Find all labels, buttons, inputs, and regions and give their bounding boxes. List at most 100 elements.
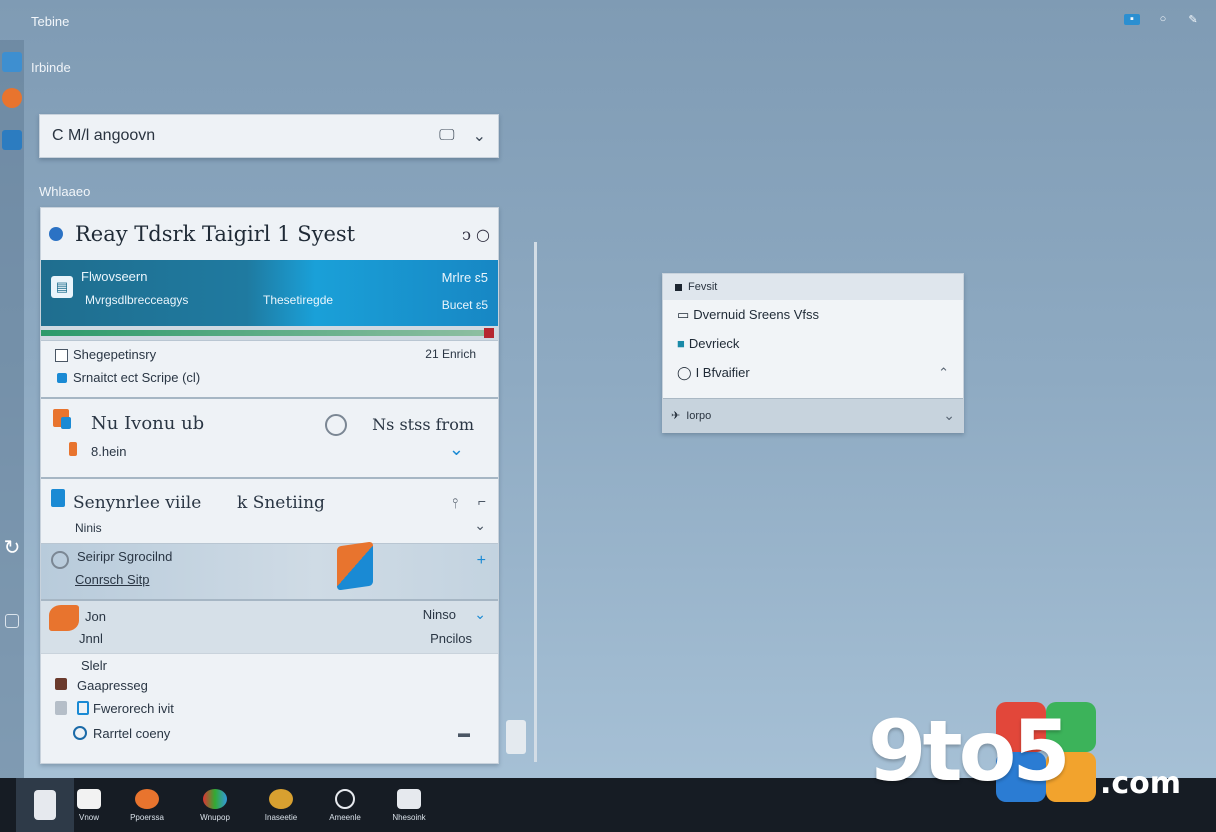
taskbar-label: Nhesoink: [392, 812, 426, 822]
row-label: Senynrlee viile: [73, 493, 202, 513]
popup-footer[interactable]: ✈ Iorpo ⌄: [663, 398, 963, 432]
popup-item-label: Devrieck: [688, 336, 740, 351]
list-item[interactable]: Senynrlee viile k Snetiing ⫯ ⌐ Ninis ⌄: [41, 477, 498, 543]
row-meta: 21 Enrich: [425, 347, 476, 361]
square-icon: [675, 283, 682, 291]
taskbar-item[interactable]: Inaseetie: [258, 778, 304, 832]
row-middle: k Snetiing: [237, 493, 325, 513]
mug-icon: [397, 788, 421, 809]
taskbar-item[interactable]: Ppoerssa: [124, 778, 170, 832]
app-dot-icon: [49, 227, 63, 241]
popup-item-label: I Bfvaifier: [695, 365, 750, 380]
row-sub: 8.hein: [91, 444, 127, 459]
popup-header: Fevsit: [663, 274, 963, 300]
taskbar-item[interactable]: Vnow: [66, 778, 112, 832]
context-popup: Fevsit ▭ Dvernuid Sreens Vfss ■ Devrieck…: [662, 273, 964, 433]
circle-icon: ◯: [677, 364, 692, 380]
popup-item-1[interactable]: ▭ Dvernuid Sreens Vfss: [663, 300, 963, 329]
list-item-3[interactable]: Fwerorech ivit: [93, 701, 174, 716]
row-sub: Ninis: [75, 521, 102, 535]
row-meta-2: Pncilos: [430, 631, 472, 646]
scroll-handle[interactable]: [506, 720, 526, 754]
left-rail: ↻: [0, 40, 24, 778]
system-tray: ▪ ○ ✎: [1124, 12, 1200, 26]
row-label: Nu Ivonu ub: [91, 413, 205, 434]
more-icon[interactable]: ▬: [458, 726, 470, 740]
panel-scrollbar[interactable]: [534, 242, 537, 762]
list-item-4[interactable]: Rarrtel coeny: [93, 726, 170, 741]
banner-right-bottom: Bucet ɛ5: [441, 298, 488, 312]
popup-item-2[interactable]: ■ Devrieck: [663, 329, 963, 358]
main-panel: Reay Tdsrk Taigirl 1 Syest ↄ ○ ▤ Flwovse…: [40, 207, 499, 764]
banner-subtitle: Mvrgsdlbrecceagys: [85, 293, 189, 307]
list-item[interactable]: Shegepetinsry 21 Enrich Srnaitct ect Scr…: [41, 340, 498, 397]
radio-circle-icon[interactable]: [325, 414, 347, 436]
panel-header-actions[interactable]: ↄ ○: [462, 225, 490, 244]
chevron-down-icon[interactable]: ⌄: [449, 439, 464, 460]
panel-header: Reay Tdsrk Taigirl 1 Syest ↄ ○: [41, 208, 498, 260]
blue-outline-icon: [77, 701, 89, 715]
blue-tile-icon: [51, 489, 65, 507]
chart-icon[interactable]: ⫯: [452, 495, 458, 512]
checkbox[interactable]: [55, 349, 68, 362]
chevron-down-icon[interactable]: ⌄: [943, 407, 955, 424]
popup-footer-label: Iorpo: [686, 409, 712, 422]
settings-circle-icon: [51, 551, 69, 569]
search-box[interactable]: C M/l angoovn 🖵 ⌄: [39, 114, 499, 158]
sub-list: Slelr Gaapresseg Fwerorech ivit Rarrtel …: [41, 653, 498, 757]
row-sub[interactable]: Conrsch Sitp: [75, 572, 149, 587]
add-icon[interactable]: +: [477, 552, 486, 570]
progress-end-icon[interactable]: [484, 328, 494, 338]
start-icon: [34, 790, 56, 820]
list-item[interactable]: Jon Ninso ⌄ Jnnl Pncilos: [41, 599, 498, 653]
taskbar-item[interactable]: Wnupop: [192, 778, 238, 832]
network-icon[interactable]: ▪: [1124, 13, 1140, 25]
watermark-logo: 9to5 .com: [868, 702, 1198, 812]
pen-icon[interactable]: ✎: [1186, 12, 1200, 26]
blue-panel-icon[interactable]: [2, 130, 22, 150]
row-sub: Srnaitct ect Scripe (cl): [73, 370, 201, 385]
progress-fill: [41, 330, 494, 336]
row-label: Shegepetinsry: [73, 347, 157, 362]
blue-square-icon: [57, 373, 67, 383]
brown-square-icon: [55, 678, 67, 690]
banner-right-top: Mrlre ɛ5: [441, 270, 488, 285]
popup-item-3[interactable]: ◯ I Bfvaifier ⌃: [663, 358, 963, 387]
watermark-text: 9to5: [868, 702, 1071, 800]
list-item-2[interactable]: Gaapresseg: [77, 678, 148, 693]
arrow-icon[interactable]: ⌐: [478, 493, 486, 509]
sidebar-subtitle: Irbinde: [31, 60, 71, 75]
window-grid-icon[interactable]: [2, 52, 22, 72]
taskbar-label: Ameenle: [329, 812, 361, 822]
chevron-down-icon[interactable]: ⌄: [474, 606, 486, 623]
monitor-icon[interactable]: 🖵: [439, 127, 454, 145]
featured-banner[interactable]: ▤ Flwovseern Mvrgsdlbrecceagys Thesetire…: [41, 260, 498, 326]
orange-small-icon: [69, 442, 77, 456]
row-sub: Jnnl: [79, 631, 103, 646]
banner-middle: Thesetiregde: [263, 293, 334, 307]
chevron-down-icon[interactable]: ⌄: [473, 126, 486, 146]
document-icon: ▤: [51, 276, 73, 298]
list-icon[interactable]: [5, 614, 19, 628]
list-item[interactable]: Seiripr Sgrocilnd Conrsch Sitp +: [41, 541, 498, 599]
taskbar-label: Vnow: [78, 812, 99, 822]
globe-icon: [73, 726, 87, 740]
windows-logo-icon: [337, 541, 373, 591]
character-icon: [269, 788, 293, 809]
chevron-down-icon[interactable]: ⌄: [474, 517, 486, 534]
taskbar-label: Ppoerssa: [130, 812, 164, 822]
popup-item-label: Dvernuid Sreens Vfss: [693, 307, 820, 322]
panel-title: Reay Tdsrk Taigirl 1 Syest: [75, 222, 356, 246]
list-item[interactable]: Nu Ivonu ub Ns stss from 8.hein ⌄: [41, 397, 498, 477]
taskbar-item[interactable]: Nhesoink: [386, 778, 432, 832]
refresh-icon[interactable]: ↻: [2, 538, 22, 558]
app-title: Tebine: [31, 14, 70, 29]
chevron-up-icon[interactable]: ⌃: [938, 365, 949, 381]
search-input[interactable]: C M/l angoovn: [52, 127, 155, 145]
list-item-1[interactable]: Slelr: [81, 658, 107, 673]
popup-title: Fevsit: [688, 281, 718, 293]
orange-app-icon[interactable]: [2, 88, 22, 108]
document-icon: ▭: [677, 306, 690, 322]
circle-status-icon[interactable]: ○: [1156, 12, 1170, 26]
taskbar-item[interactable]: Ameenle: [322, 778, 368, 832]
